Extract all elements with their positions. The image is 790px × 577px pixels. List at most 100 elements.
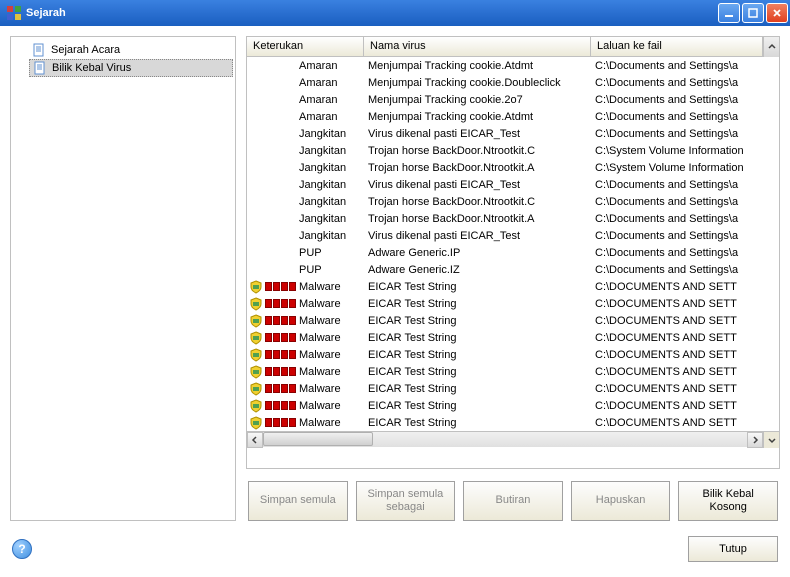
- restore-as-button[interactable]: Simpan semula sebagai: [356, 481, 456, 521]
- virus-name-cell: Virus dikenal pasti EICAR_Test: [364, 179, 591, 191]
- horizontal-scrollbar[interactable]: [247, 431, 779, 447]
- severity-bars-icon: [265, 418, 296, 427]
- severity-text: Malware: [299, 315, 341, 327]
- file-path-cell: C:\DOCUMENTS AND SETT: [591, 349, 779, 361]
- file-path-cell: C:\DOCUMENTS AND SETT: [591, 400, 779, 412]
- virus-name-cell: EICAR Test String: [364, 315, 591, 327]
- severity-text: Jangkitan: [299, 162, 346, 174]
- virus-name-cell: Trojan horse BackDoor.Ntrootkit.A: [364, 213, 591, 225]
- document-icon: [32, 60, 48, 76]
- table-row[interactable]: MalwareEICAR Test StringC:\DOCUMENTS AND…: [247, 329, 779, 346]
- file-path-cell: C:\Documents and Settings\a: [591, 264, 779, 276]
- threat-icon: [249, 399, 299, 413]
- details-button[interactable]: Butiran: [463, 481, 563, 521]
- sidebar-item-virus-vault[interactable]: Bilik Kebal Virus: [29, 59, 233, 77]
- threat-icon: [249, 331, 299, 345]
- severity-bars-icon: [265, 282, 296, 291]
- close-button[interactable]: [766, 3, 788, 23]
- threat-icon: [249, 314, 299, 328]
- delete-button[interactable]: Hapuskan: [571, 481, 671, 521]
- table-header: Keterukan Nama virus Laluan ke fail: [247, 37, 779, 57]
- help-button[interactable]: ?: [12, 539, 32, 559]
- table-row[interactable]: JangkitanTrojan horse BackDoor.Ntrootkit…: [247, 142, 779, 159]
- titlebar[interactable]: Sejarah: [0, 0, 790, 26]
- table-row[interactable]: AmaranMenjumpai Tracking cookie.AtdmtC:\…: [247, 108, 779, 125]
- minimize-button[interactable]: [718, 3, 740, 23]
- severity-text: Malware: [299, 366, 341, 378]
- file-path-cell: C:\DOCUMENTS AND SETT: [591, 298, 779, 310]
- file-path-cell: C:\System Volume Information: [591, 162, 779, 174]
- empty-vault-button[interactable]: Bilik Kebal Kosong: [678, 481, 778, 521]
- threat-icon: [249, 280, 299, 294]
- severity-text: Jangkitan: [299, 196, 346, 208]
- virus-name-cell: EICAR Test String: [364, 383, 591, 395]
- severity-text: Malware: [299, 349, 341, 361]
- virus-name-cell: EICAR Test String: [364, 366, 591, 378]
- file-path-cell: C:\DOCUMENTS AND SETT: [591, 383, 779, 395]
- table-row[interactable]: MalwareEICAR Test StringC:\DOCUMENTS AND…: [247, 397, 779, 414]
- threat-icon: [249, 382, 299, 396]
- severity-text: Jangkitan: [299, 230, 346, 242]
- table-row[interactable]: MalwareEICAR Test StringC:\DOCUMENTS AND…: [247, 414, 779, 431]
- table-row[interactable]: Malware EICAR Test StringC:\DOCUMENTS AND…: [247, 363, 779, 380]
- virus-name-cell: Menjumpai Tracking cookie.Atdmt: [364, 111, 591, 123]
- col-virus-name[interactable]: Nama virus: [364, 37, 591, 56]
- severity-text: Amaran: [299, 94, 338, 106]
- severity-text: Amaran: [299, 60, 338, 72]
- severity-bars-icon: [265, 367, 296, 376]
- table-row[interactable]: JangkitanVirus dikenal pasti EICAR_TestC…: [247, 125, 779, 142]
- severity-text: Jangkitan: [299, 128, 346, 140]
- file-path-cell: C:\Documents and Settings\a: [591, 230, 779, 242]
- table-row[interactable]: AmaranMenjumpai Tracking cookie.Doublecl…: [247, 74, 779, 91]
- scroll-right-button[interactable]: [747, 432, 763, 448]
- virus-name-cell: Menjumpai Tracking cookie.Atdmt: [364, 60, 591, 72]
- table-row[interactable]: Jangkitan Virus dikenal pasti EICAR_TestC…: [247, 176, 779, 193]
- file-path-cell: C:\DOCUMENTS AND SETT: [591, 332, 779, 344]
- col-file-path[interactable]: Laluan ke fail: [591, 37, 763, 56]
- file-path-cell: C:\Documents and Settings\a: [591, 179, 779, 191]
- severity-text: Amaran: [299, 77, 338, 89]
- scroll-thumb[interactable]: [263, 432, 373, 446]
- file-path-cell: C:\DOCUMENTS AND SETT: [591, 417, 779, 429]
- table-row[interactable]: AmaranMenjumpai Tracking cookie.AtdmtC:\…: [247, 57, 779, 74]
- threat-icon: [249, 348, 299, 362]
- table-row[interactable]: Malware EICAR Test StringC:\DOCUMENTS AND…: [247, 346, 779, 363]
- table-row[interactable]: JangkitanTrojan horse BackDoor.Ntrootkit…: [247, 159, 779, 176]
- virus-name-cell: EICAR Test String: [364, 349, 591, 361]
- table-row[interactable]: JangkitanTrojan horse BackDoor.Ntrootkit…: [247, 193, 779, 210]
- table-row[interactable]: Jangkitan Trojan horse BackDoor.Ntrootkit…: [247, 210, 779, 227]
- table-row[interactable]: AmaranMenjumpai Tracking cookie.2o7C:\Do…: [247, 91, 779, 108]
- file-path-cell: C:\Documents and Settings\a: [591, 111, 779, 123]
- table-row[interactable]: MalwareEICAR Test StringC:\DOCUMENTS AND…: [247, 278, 779, 295]
- severity-bars-icon: [265, 350, 296, 359]
- sidebar-item-event-history[interactable]: Sejarah Acara: [29, 41, 233, 59]
- severity-text: Malware: [299, 332, 341, 344]
- table-row[interactable]: PUPAdware Generic.IZC:\Documents and Set…: [247, 261, 779, 278]
- severity-text: PUP: [299, 264, 322, 276]
- severity-text: Jangkitan: [299, 213, 346, 225]
- table-row[interactable]: JangkitanVirus dikenal pasti EICAR_TestC…: [247, 227, 779, 244]
- file-path-cell: C:\DOCUMENTS AND SETT: [591, 366, 779, 378]
- scroll-down-button[interactable]: [763, 432, 779, 448]
- severity-text: PUP: [299, 247, 322, 259]
- scroll-up-button[interactable]: [763, 37, 779, 57]
- maximize-button[interactable]: [742, 3, 764, 23]
- table-row[interactable]: Malware EICAR Test StringC:\DOCUMENTS AND…: [247, 312, 779, 329]
- threat-icon: [249, 297, 299, 311]
- severity-text: Jangkitan: [299, 179, 346, 191]
- file-path-cell: C:\DOCUMENTS AND SETT: [591, 281, 779, 293]
- table-row[interactable]: PUPAdware Generic.IPC:\Documents and Set…: [247, 244, 779, 261]
- close-dialog-button[interactable]: Tutup: [688, 536, 778, 562]
- file-path-cell: C:\System Volume Information: [591, 145, 779, 157]
- scroll-left-button[interactable]: [247, 432, 263, 448]
- severity-bars-icon: [265, 384, 296, 393]
- restore-button[interactable]: Simpan semula: [248, 481, 348, 521]
- threat-icon: [249, 365, 299, 379]
- file-path-cell: C:\Documents and Settings\a: [591, 94, 779, 106]
- file-path-cell: C:\DOCUMENTS AND SETT: [591, 315, 779, 327]
- table-row[interactable]: MalwareEICAR Test StringC:\DOCUMENTS AND…: [247, 295, 779, 312]
- severity-bars-icon: [265, 316, 296, 325]
- severity-text: Malware: [299, 417, 341, 429]
- table-row[interactable]: MalwareEICAR Test StringC:\DOCUMENTS AND…: [247, 380, 779, 397]
- col-severity[interactable]: Keterukan: [247, 37, 364, 56]
